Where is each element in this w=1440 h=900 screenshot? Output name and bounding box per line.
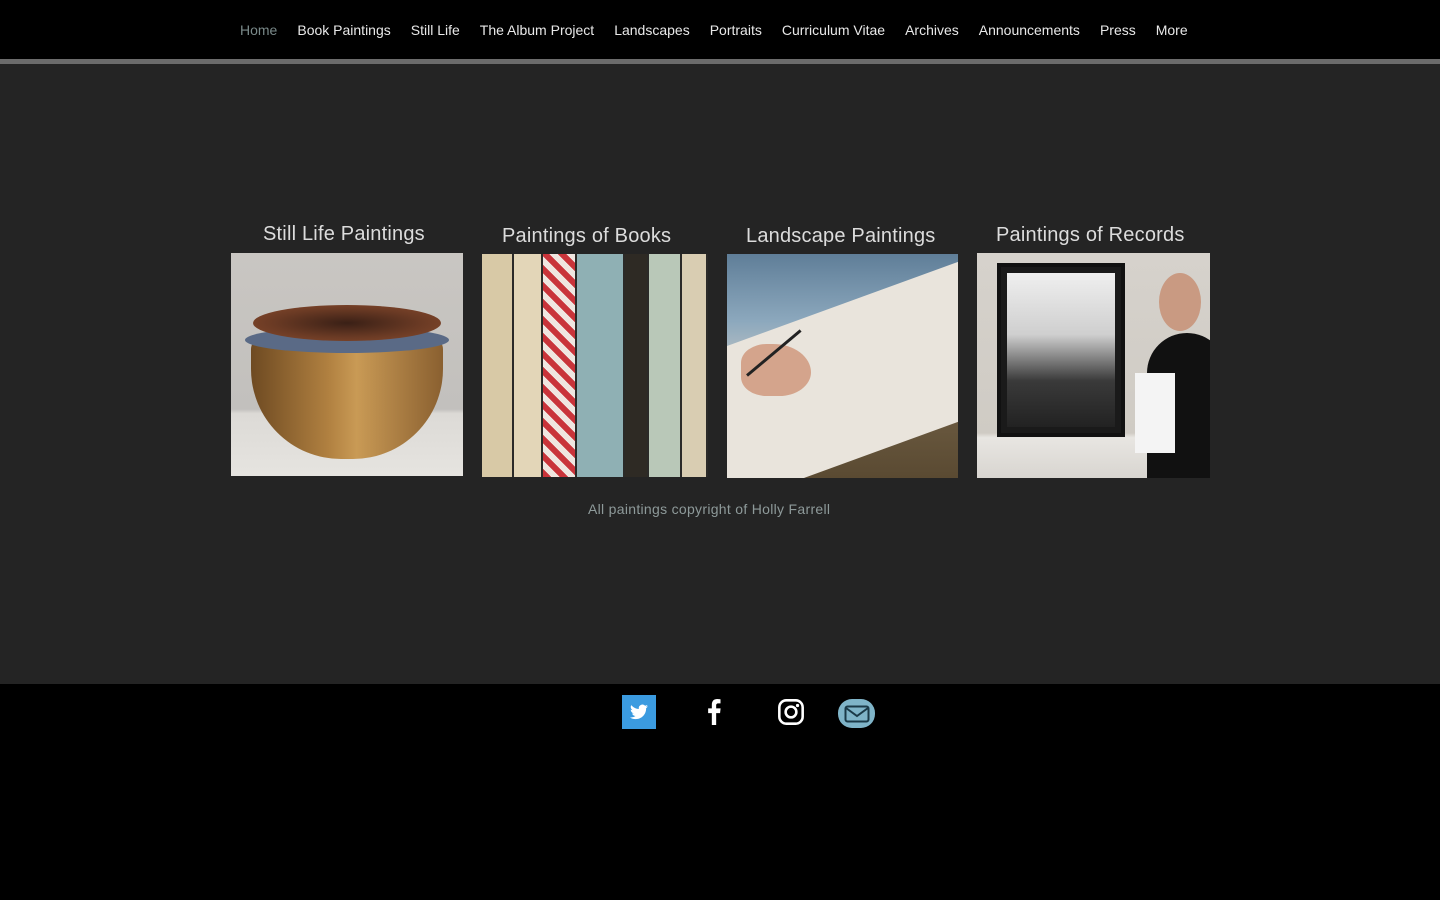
nav-landscapes[interactable]: Landscapes xyxy=(604,18,700,42)
nav-home[interactable]: Home xyxy=(230,18,287,42)
book-spine xyxy=(543,254,576,477)
nav-still-life[interactable]: Still Life xyxy=(401,18,470,42)
records-title[interactable]: Paintings of Records xyxy=(996,224,1185,247)
still-life-image[interactable] xyxy=(231,253,463,476)
nav-press[interactable]: Press xyxy=(1090,18,1146,42)
main-nav: Home Book Paintings Still Life The Album… xyxy=(230,18,1198,42)
landscape-image[interactable] xyxy=(727,254,958,478)
books-title[interactable]: Paintings of Books xyxy=(502,225,671,248)
book-spine xyxy=(482,254,512,477)
book-spine xyxy=(648,254,681,477)
book-spine xyxy=(513,254,542,477)
still-life-title[interactable]: Still Life Paintings xyxy=(263,223,425,246)
book-spine xyxy=(682,254,706,477)
frame-artwork xyxy=(1007,273,1115,427)
nav-curriculum-vitae[interactable]: Curriculum Vitae xyxy=(772,18,895,42)
main-content: Still Life Paintings Paintings of Books … xyxy=(0,64,1440,684)
mail-icon[interactable] xyxy=(838,699,875,728)
face-shape xyxy=(1159,273,1201,331)
book-spine xyxy=(624,254,647,477)
landscape-title[interactable]: Landscape Paintings xyxy=(746,225,936,248)
bowl-shape xyxy=(253,305,441,341)
nav-archives[interactable]: Archives xyxy=(895,18,969,42)
nav-more[interactable]: More xyxy=(1146,18,1198,42)
album-shape xyxy=(1135,373,1175,453)
nav-album-project[interactable]: The Album Project xyxy=(470,18,604,42)
twitter-icon[interactable] xyxy=(622,695,656,729)
copyright-text: All paintings copyright of Holly Farrell xyxy=(588,501,831,517)
instagram-icon[interactable] xyxy=(774,695,808,729)
bowl-shape xyxy=(251,339,443,459)
records-image[interactable] xyxy=(977,253,1210,478)
facebook-icon[interactable] xyxy=(697,695,731,729)
picture-frame xyxy=(997,263,1125,437)
nav-announcements[interactable]: Announcements xyxy=(969,18,1090,42)
nav-portraits[interactable]: Portraits xyxy=(700,18,772,42)
nav-book-paintings[interactable]: Book Paintings xyxy=(287,18,400,42)
site-header: Home Book Paintings Still Life The Album… xyxy=(0,0,1440,59)
books-image[interactable] xyxy=(482,254,708,477)
book-spine xyxy=(577,254,623,477)
